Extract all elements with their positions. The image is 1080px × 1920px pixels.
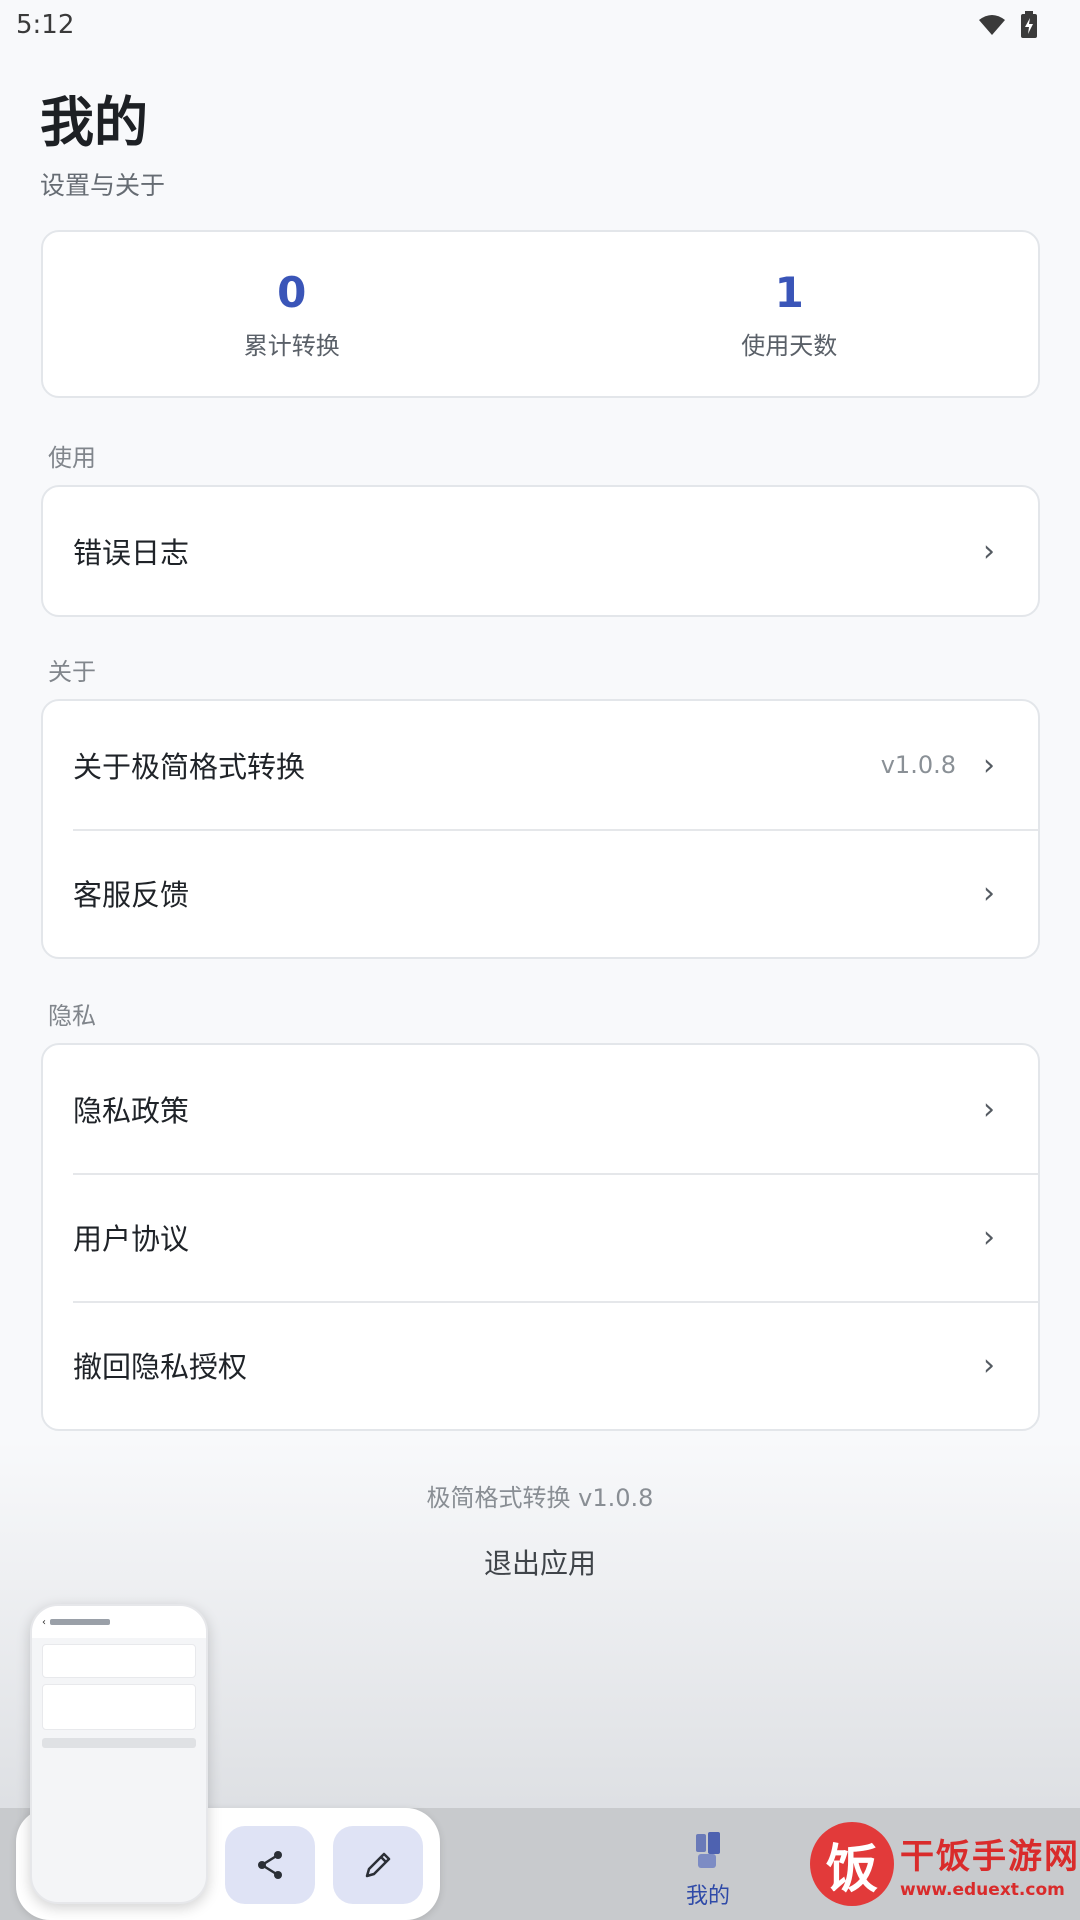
status-icons [978, 11, 1038, 39]
pencil-icon [365, 1852, 391, 1878]
thumb-block [42, 1684, 196, 1730]
battery-charging-icon [1021, 11, 1037, 38]
status-time: 5:12 [16, 10, 75, 40]
privacy-card: 隐私政策 › 用户协议 › 撤回隐私授权 › [41, 1043, 1040, 1431]
thumb-header: ‹ [32, 1606, 206, 1638]
status-bar: 5:12 [0, 0, 1080, 50]
watermark-logo: 饭 [810, 1822, 894, 1906]
page-header: 我的 设置与关于 [40, 88, 165, 202]
row-label: 撤回隐私授权 [73, 1350, 248, 1384]
row-label: 关于极简格式转换 [73, 750, 306, 784]
row-label: 错误日志 [73, 536, 190, 570]
watermark-title: 干饭手游网 [900, 1836, 1080, 1877]
chevron-right-icon: › [983, 1347, 995, 1383]
exit-app-button[interactable]: 退出应用 [440, 1538, 640, 1590]
watermark-text: 干饭手游网 www.eduext.com [900, 1829, 1080, 1900]
footer-version: 极简格式转换 v1.0.8 [426, 1484, 654, 1512]
watermark: 饭 干饭手游网 www.eduext.com [810, 1808, 1080, 1920]
stat-value: 0 [277, 267, 307, 317]
section-title-about: 关于 [48, 658, 96, 686]
stat-days-used: 1 使用天数 [541, 232, 1039, 396]
chevron-right-icon: › [983, 875, 995, 911]
about-card: 关于极简格式转换 v1.0.8 › 客服反馈 › [41, 699, 1040, 959]
chevron-right-icon: › [983, 1091, 995, 1127]
stats-card: 0 累计转换 1 使用天数 [41, 230, 1040, 398]
stat-label: 使用天数 [741, 331, 838, 360]
usage-card: 错误日志 › [41, 485, 1040, 617]
chevron-right-icon: › [983, 533, 995, 569]
screenshot-preview[interactable]: ‹ [30, 1604, 208, 1904]
edit-button[interactable] [333, 1826, 423, 1904]
row-error-log[interactable]: 错误日志 › [43, 487, 1038, 615]
thumb-line [42, 1738, 196, 1748]
watermark-url: www.eduext.com [900, 1879, 1065, 1900]
stat-label: 累计转换 [243, 331, 340, 360]
stat-total-conversions: 0 累计转换 [43, 232, 541, 396]
share-button[interactable] [225, 1826, 315, 1904]
row-revoke-privacy[interactable]: 撤回隐私授权 › [43, 1301, 1038, 1429]
row-user-agreement[interactable]: 用户协议 › [43, 1173, 1038, 1301]
row-label: 隐私政策 [73, 1094, 190, 1128]
wifi-icon [979, 15, 1005, 35]
page-title: 我的 [40, 91, 148, 154]
row-privacy-policy[interactable]: 隐私政策 › [43, 1045, 1038, 1173]
stat-value: 1 [774, 267, 804, 317]
profile-icon [696, 1832, 720, 1868]
chevron-right-icon: › [983, 747, 995, 783]
share-icon [258, 1851, 282, 1879]
section-title-usage: 使用 [48, 444, 96, 472]
section-title-privacy: 隐私 [48, 1002, 96, 1030]
nav-tab-mine[interactable]: 我的 [668, 1830, 748, 1914]
page-subtitle: 设置与关于 [40, 171, 166, 200]
thumb-title-bar [50, 1619, 110, 1625]
row-label: 用户协议 [73, 1222, 190, 1256]
row-label: 客服反馈 [73, 878, 190, 912]
row-about-app[interactable]: 关于极简格式转换 v1.0.8 › [43, 701, 1038, 829]
row-customer-feedback[interactable]: 客服反馈 › [43, 829, 1038, 957]
thumb-block [42, 1644, 196, 1678]
chevron-left-icon: ‹ [42, 1616, 46, 1628]
chevron-right-icon: › [983, 1219, 995, 1255]
version-value: v1.0.8 [880, 751, 956, 779]
nav-tab-label: 我的 [685, 1884, 730, 1909]
